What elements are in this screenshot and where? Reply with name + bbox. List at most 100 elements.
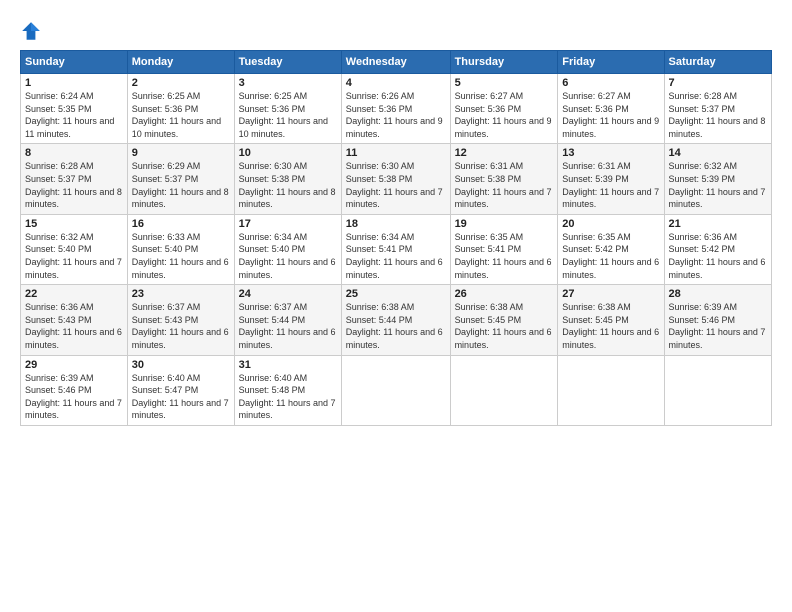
day-number: 8 [25, 147, 123, 159]
day-cell-1: 1Sunrise: 6:24 AMSunset: 5:35 PMDaylight… [21, 74, 128, 144]
day-cell-4: 4Sunrise: 6:26 AMSunset: 5:36 PMDaylight… [341, 74, 450, 144]
day-number: 25 [346, 288, 446, 300]
day-cell-10: 10Sunrise: 6:30 AMSunset: 5:38 PMDayligh… [234, 144, 341, 214]
day-number: 12 [455, 147, 554, 159]
day-number: 6 [562, 77, 659, 89]
day-cell-29: 29Sunrise: 6:39 AMSunset: 5:46 PMDayligh… [21, 355, 128, 425]
day-number: 27 [562, 288, 659, 300]
col-header-tuesday: Tuesday [234, 51, 341, 74]
col-header-monday: Monday [127, 51, 234, 74]
day-cell-26: 26Sunrise: 6:38 AMSunset: 5:45 PMDayligh… [450, 285, 558, 355]
day-number: 1 [25, 77, 123, 89]
week-row-3: 15Sunrise: 6:32 AMSunset: 5:40 PMDayligh… [21, 214, 772, 284]
day-info: Sunrise: 6:35 AMSunset: 5:42 PMDaylight:… [562, 231, 659, 281]
day-number: 28 [669, 288, 767, 300]
day-info: Sunrise: 6:33 AMSunset: 5:40 PMDaylight:… [132, 231, 230, 281]
day-cell-21: 21Sunrise: 6:36 AMSunset: 5:42 PMDayligh… [664, 214, 771, 284]
day-cell-20: 20Sunrise: 6:35 AMSunset: 5:42 PMDayligh… [558, 214, 664, 284]
day-number: 2 [132, 77, 230, 89]
day-info: Sunrise: 6:31 AMSunset: 5:39 PMDaylight:… [562, 160, 659, 210]
day-number: 20 [562, 218, 659, 230]
day-info: Sunrise: 6:40 AMSunset: 5:47 PMDaylight:… [132, 372, 230, 422]
day-cell-17: 17Sunrise: 6:34 AMSunset: 5:40 PMDayligh… [234, 214, 341, 284]
day-number: 15 [25, 218, 123, 230]
day-number: 9 [132, 147, 230, 159]
day-info: Sunrise: 6:36 AMSunset: 5:42 PMDaylight:… [669, 231, 767, 281]
day-cell-15: 15Sunrise: 6:32 AMSunset: 5:40 PMDayligh… [21, 214, 128, 284]
day-cell-14: 14Sunrise: 6:32 AMSunset: 5:39 PMDayligh… [664, 144, 771, 214]
day-cell-13: 13Sunrise: 6:31 AMSunset: 5:39 PMDayligh… [558, 144, 664, 214]
header [20, 18, 772, 42]
day-number: 14 [669, 147, 767, 159]
page: SundayMondayTuesdayWednesdayThursdayFrid… [0, 0, 792, 612]
day-info: Sunrise: 6:26 AMSunset: 5:36 PMDaylight:… [346, 90, 446, 140]
day-cell-empty [450, 355, 558, 425]
day-info: Sunrise: 6:27 AMSunset: 5:36 PMDaylight:… [455, 90, 554, 140]
day-info: Sunrise: 6:40 AMSunset: 5:48 PMDaylight:… [239, 372, 337, 422]
day-number: 4 [346, 77, 446, 89]
day-info: Sunrise: 6:34 AMSunset: 5:40 PMDaylight:… [239, 231, 337, 281]
week-row-1: 1Sunrise: 6:24 AMSunset: 5:35 PMDaylight… [21, 74, 772, 144]
day-cell-7: 7Sunrise: 6:28 AMSunset: 5:37 PMDaylight… [664, 74, 771, 144]
day-number: 3 [239, 77, 337, 89]
day-cell-5: 5Sunrise: 6:27 AMSunset: 5:36 PMDaylight… [450, 74, 558, 144]
day-cell-23: 23Sunrise: 6:37 AMSunset: 5:43 PMDayligh… [127, 285, 234, 355]
col-header-thursday: Thursday [450, 51, 558, 74]
col-header-saturday: Saturday [664, 51, 771, 74]
day-info: Sunrise: 6:38 AMSunset: 5:45 PMDaylight:… [562, 301, 659, 351]
day-cell-30: 30Sunrise: 6:40 AMSunset: 5:47 PMDayligh… [127, 355, 234, 425]
day-info: Sunrise: 6:35 AMSunset: 5:41 PMDaylight:… [455, 231, 554, 281]
day-info: Sunrise: 6:29 AMSunset: 5:37 PMDaylight:… [132, 160, 230, 210]
day-info: Sunrise: 6:32 AMSunset: 5:39 PMDaylight:… [669, 160, 767, 210]
week-row-2: 8Sunrise: 6:28 AMSunset: 5:37 PMDaylight… [21, 144, 772, 214]
day-info: Sunrise: 6:32 AMSunset: 5:40 PMDaylight:… [25, 231, 123, 281]
day-number: 31 [239, 359, 337, 371]
day-info: Sunrise: 6:38 AMSunset: 5:44 PMDaylight:… [346, 301, 446, 351]
day-number: 22 [25, 288, 123, 300]
day-cell-12: 12Sunrise: 6:31 AMSunset: 5:38 PMDayligh… [450, 144, 558, 214]
day-number: 26 [455, 288, 554, 300]
day-number: 19 [455, 218, 554, 230]
day-number: 5 [455, 77, 554, 89]
day-number: 13 [562, 147, 659, 159]
day-cell-31: 31Sunrise: 6:40 AMSunset: 5:48 PMDayligh… [234, 355, 341, 425]
day-number: 18 [346, 218, 446, 230]
day-cell-3: 3Sunrise: 6:25 AMSunset: 5:36 PMDaylight… [234, 74, 341, 144]
day-number: 17 [239, 218, 337, 230]
day-cell-28: 28Sunrise: 6:39 AMSunset: 5:46 PMDayligh… [664, 285, 771, 355]
day-info: Sunrise: 6:25 AMSunset: 5:36 PMDaylight:… [132, 90, 230, 140]
day-info: Sunrise: 6:28 AMSunset: 5:37 PMDaylight:… [669, 90, 767, 140]
day-info: Sunrise: 6:37 AMSunset: 5:44 PMDaylight:… [239, 301, 337, 351]
day-info: Sunrise: 6:37 AMSunset: 5:43 PMDaylight:… [132, 301, 230, 351]
week-row-5: 29Sunrise: 6:39 AMSunset: 5:46 PMDayligh… [21, 355, 772, 425]
day-number: 23 [132, 288, 230, 300]
day-cell-22: 22Sunrise: 6:36 AMSunset: 5:43 PMDayligh… [21, 285, 128, 355]
day-number: 16 [132, 218, 230, 230]
logo-icon [20, 20, 42, 42]
day-info: Sunrise: 6:34 AMSunset: 5:41 PMDaylight:… [346, 231, 446, 281]
day-info: Sunrise: 6:25 AMSunset: 5:36 PMDaylight:… [239, 90, 337, 140]
day-cell-24: 24Sunrise: 6:37 AMSunset: 5:44 PMDayligh… [234, 285, 341, 355]
day-number: 24 [239, 288, 337, 300]
calendar: SundayMondayTuesdayWednesdayThursdayFrid… [20, 50, 772, 426]
day-info: Sunrise: 6:24 AMSunset: 5:35 PMDaylight:… [25, 90, 123, 140]
day-cell-empty [558, 355, 664, 425]
day-number: 10 [239, 147, 337, 159]
day-cell-9: 9Sunrise: 6:29 AMSunset: 5:37 PMDaylight… [127, 144, 234, 214]
day-info: Sunrise: 6:27 AMSunset: 5:36 PMDaylight:… [562, 90, 659, 140]
logo [20, 18, 46, 42]
day-number: 7 [669, 77, 767, 89]
day-info: Sunrise: 6:39 AMSunset: 5:46 PMDaylight:… [25, 372, 123, 422]
day-cell-2: 2Sunrise: 6:25 AMSunset: 5:36 PMDaylight… [127, 74, 234, 144]
col-header-friday: Friday [558, 51, 664, 74]
day-cell-6: 6Sunrise: 6:27 AMSunset: 5:36 PMDaylight… [558, 74, 664, 144]
day-info: Sunrise: 6:39 AMSunset: 5:46 PMDaylight:… [669, 301, 767, 351]
day-number: 29 [25, 359, 123, 371]
day-cell-8: 8Sunrise: 6:28 AMSunset: 5:37 PMDaylight… [21, 144, 128, 214]
day-cell-27: 27Sunrise: 6:38 AMSunset: 5:45 PMDayligh… [558, 285, 664, 355]
day-info: Sunrise: 6:38 AMSunset: 5:45 PMDaylight:… [455, 301, 554, 351]
day-cell-11: 11Sunrise: 6:30 AMSunset: 5:38 PMDayligh… [341, 144, 450, 214]
col-header-sunday: Sunday [21, 51, 128, 74]
day-cell-25: 25Sunrise: 6:38 AMSunset: 5:44 PMDayligh… [341, 285, 450, 355]
day-info: Sunrise: 6:28 AMSunset: 5:37 PMDaylight:… [25, 160, 123, 210]
